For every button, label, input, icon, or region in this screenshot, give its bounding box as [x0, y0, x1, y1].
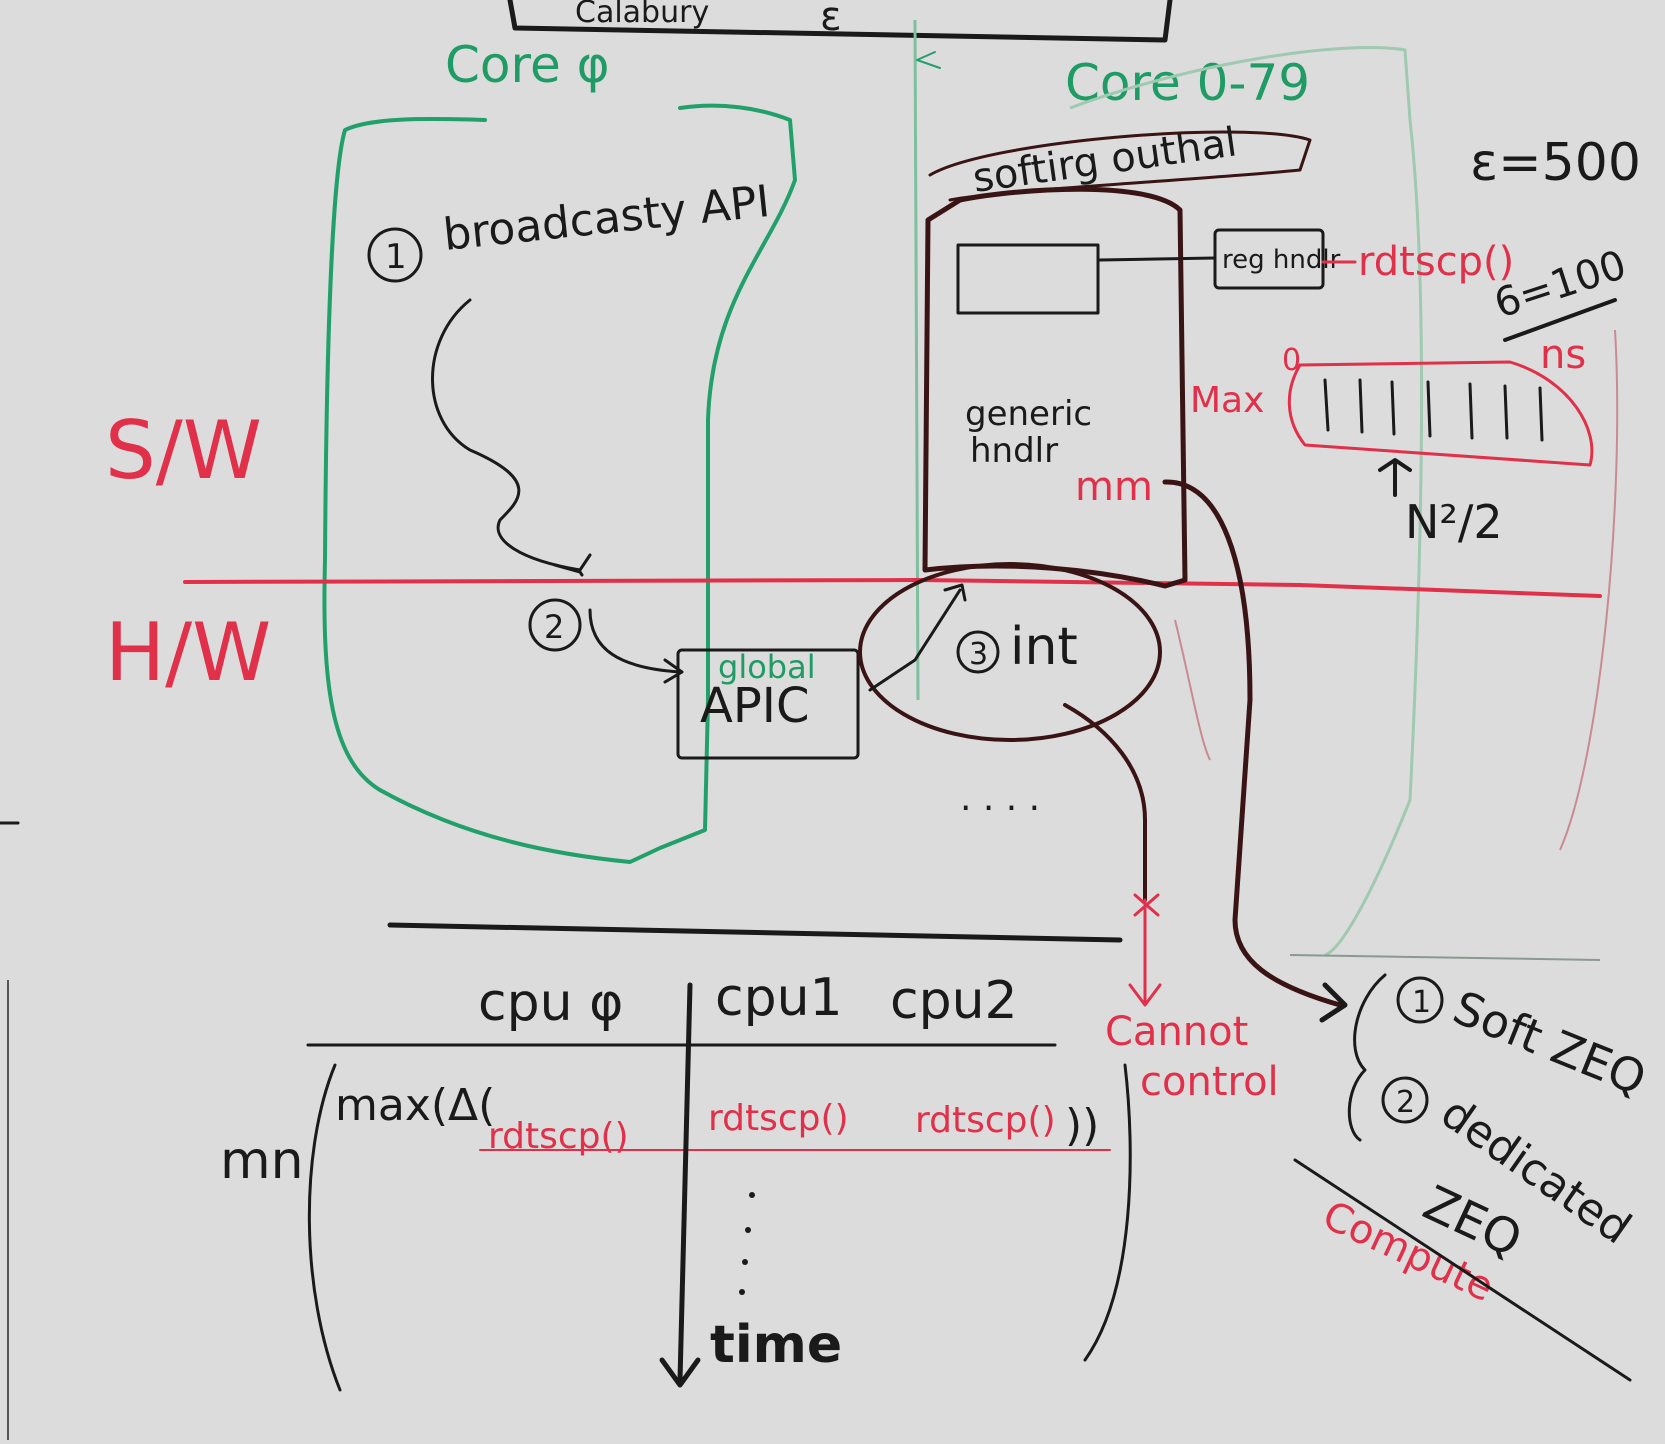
cpu0-header: cpu φ	[478, 973, 623, 1033]
time-dots	[739, 1192, 755, 1295]
step3-num: 3	[969, 637, 988, 672]
rdtscp-right: rdtscp()	[1358, 239, 1514, 285]
core0-label: Core φ	[445, 36, 610, 94]
softzeq-num: 1	[1412, 985, 1431, 1020]
core-range-label: Core 0-79	[1065, 54, 1310, 112]
max-formula: max(Δ(	[335, 1080, 495, 1131]
faint-right-horizontal	[1289, 954, 1601, 961]
dedicated-num: 2	[1396, 1085, 1415, 1120]
min-label: mn	[220, 1131, 304, 1191]
top-label: Calabury	[575, 0, 709, 30]
mm-handler: mm	[1075, 464, 1153, 510]
step3-text: int	[1010, 617, 1078, 677]
handler-block	[922, 186, 1188, 589]
cannot-line1: Cannot	[1105, 1009, 1248, 1055]
int-to-cannot-arrow	[1063, 703, 1147, 902]
sw-hw-boundary	[183, 578, 1602, 598]
max-array-outline	[1287, 360, 1594, 467]
center-divider-line	[913, 19, 920, 701]
slot-to-reg-line	[1098, 256, 1217, 262]
mm-to-zeq-arrow	[1162, 479, 1343, 1008]
table-top-rule	[387, 922, 1123, 943]
n2-label: N²/2	[1405, 495, 1503, 549]
generic-handler-line2: hndlr	[970, 431, 1058, 471]
apic-label: APIC	[700, 678, 809, 734]
rdtscp-cpu1: rdtscp()	[708, 1098, 849, 1139]
array-pointer	[1378, 458, 1412, 497]
top-epsilon: ε	[820, 0, 842, 40]
step1-text: broadcasty API	[441, 176, 772, 261]
max-array-ticks	[1323, 378, 1544, 442]
cpu1-header: cpu1	[715, 968, 843, 1028]
whiteboard: Calabury ε Core φ Core 0-79 ε=500 6=100 …	[0, 0, 1665, 1440]
zero-label: 0	[1282, 343, 1301, 378]
api-to-hw-arrow	[431, 298, 592, 572]
ellipsis: . . . .	[960, 778, 1040, 819]
epsilon-value: ε=500	[1470, 133, 1641, 193]
reg-handler-label: reg hndlr	[1222, 245, 1341, 275]
faint-right-bracket	[1559, 329, 1619, 851]
sw-label: S/W	[105, 404, 262, 497]
step1-num: 1	[385, 237, 407, 277]
reg-handler-slot	[956, 243, 1100, 315]
divider-arrow-head	[916, 51, 941, 69]
rdtscp-cpu2: rdtscp()	[915, 1100, 1056, 1141]
close-parens: ))	[1065, 1100, 1099, 1151]
max-label: Max	[1190, 380, 1264, 421]
step2-num: 2	[544, 608, 564, 646]
softzeq-text: Soft ZEQ	[1446, 980, 1654, 1106]
ns-label: ns	[1540, 332, 1586, 378]
zeq-brace	[1347, 973, 1387, 1142]
cpu2-header: cpu2	[890, 971, 1018, 1031]
faint-left-bracket	[1174, 619, 1211, 761]
generic-handler-line1: generic	[965, 394, 1092, 434]
time-label: time	[710, 1315, 842, 1375]
cannot-line2: control	[1140, 1059, 1279, 1105]
whiteboard-drawing: Calabury ε Core φ Core 0-79 ε=500 6=100 …	[0, 0, 1654, 1440]
hw-label: H/W	[105, 606, 271, 699]
